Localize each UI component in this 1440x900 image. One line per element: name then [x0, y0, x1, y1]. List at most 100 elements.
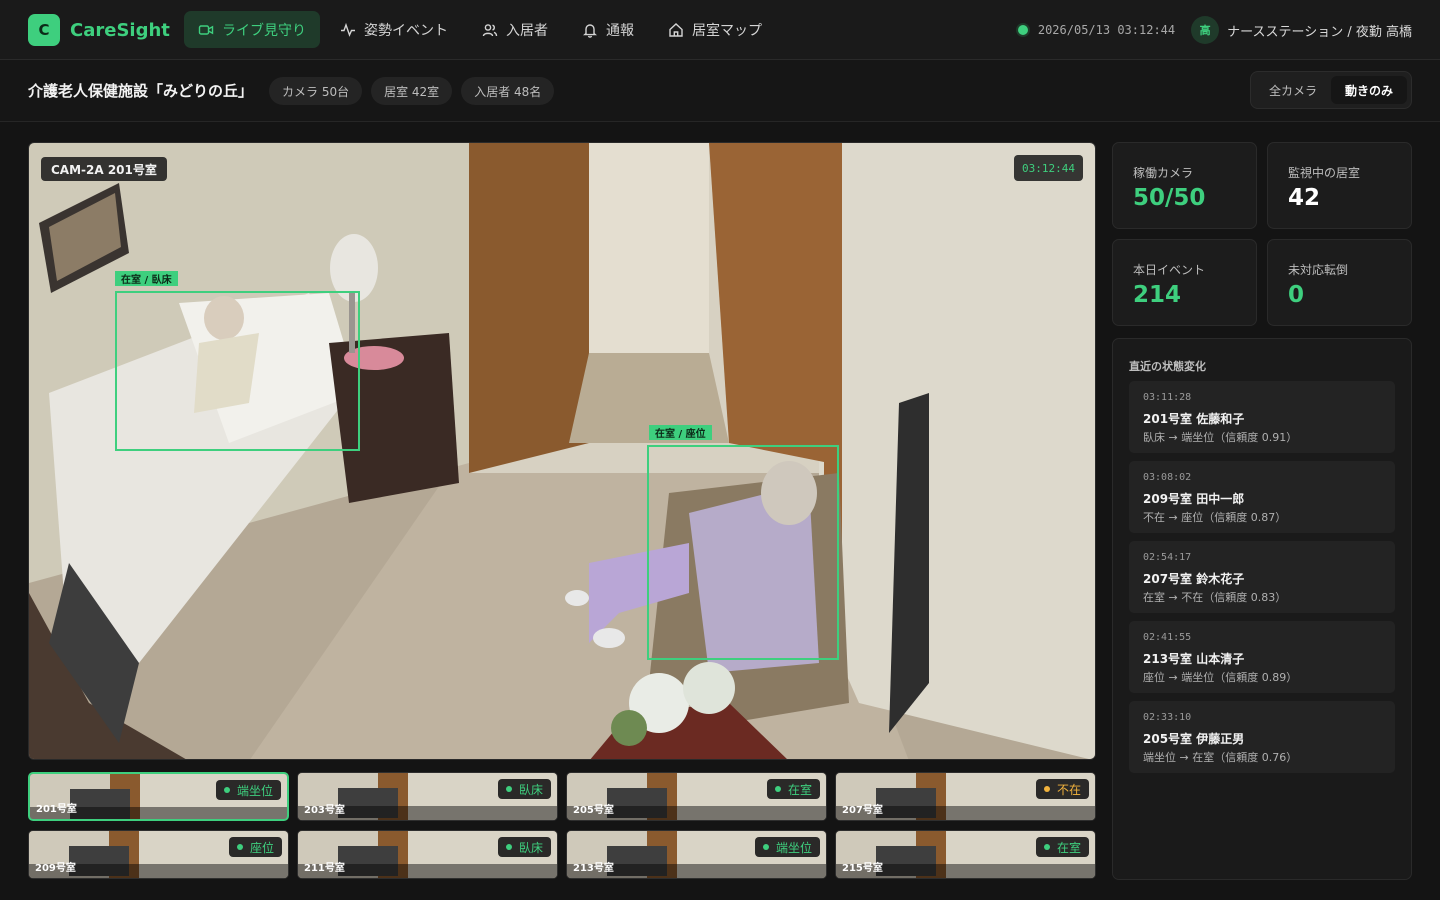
status-text: 座位 [249, 840, 274, 855]
chip-resident-count: 入居者 48名 [461, 77, 555, 105]
feed-item-title: 213号室 山本清子 [1143, 652, 1245, 666]
nav-item-room-map[interactable]: 居室マップ [654, 11, 776, 48]
status-text: 端坐位 [236, 783, 273, 798]
thumbnail-room: 209号室 [35, 863, 76, 874]
filter-all-cameras[interactable]: 全カメラ [1255, 76, 1331, 104]
feed-item-title: 201号室 佐藤和子 [1143, 412, 1245, 426]
nav-item-posture-events[interactable]: 姿勢イベント [326, 11, 462, 48]
status-dot [1043, 844, 1050, 850]
feed-item-title: 209号室 田中一郎 [1143, 492, 1245, 506]
thumbnail-room: 203号室 [304, 805, 345, 816]
activity-pulse-icon [341, 22, 355, 37]
nav-item-live[interactable]: ライブ見守り [184, 11, 320, 48]
video-camera-icon [198, 24, 214, 35]
status-dot [223, 787, 230, 793]
detection-label: 在室 / 臥床 [115, 271, 178, 286]
status-text: 臥床 [518, 782, 543, 797]
video-timestamp: 03:12:44 [1014, 155, 1083, 181]
status-text: 端坐位 [775, 840, 812, 855]
user-label[interactable]: ナースステーション / 夜勤 高橋 [1227, 21, 1412, 40]
stat-value: 0 [1288, 282, 1305, 308]
feed-item-desc: 在室 → 不在（信頼度 0.83） [1143, 591, 1287, 604]
feed-item-desc: 不在 → 座位（信頼度 0.87） [1143, 511, 1287, 524]
camera-thumbnail[interactable]: 209号室 座位 [28, 830, 289, 879]
status-badge: 端坐位 [215, 780, 281, 800]
chip-camera-count: カメラ 50台 [269, 77, 363, 105]
camera-thumbnail[interactable]: 207号室 不在 [835, 772, 1096, 821]
status-dot [505, 844, 512, 850]
camera-label: CAM-2A 201号室 [41, 157, 167, 181]
camera-thumbnail[interactable]: 203号室 臥床 [297, 772, 558, 821]
status-dot [774, 786, 781, 792]
nav-label: ライブ見守り [222, 22, 306, 39]
feed-item-time: 02:33:10 [1143, 712, 1192, 723]
feed-item[interactable]: 03:08:02 209号室 田中一郎不在 → 座位（信頼度 0.87） [1129, 461, 1395, 533]
top-bar: C CareSight ライブ見守り 姿勢イベント 入居者 通報 居室マップ 2… [0, 0, 1440, 60]
app-name: CareSight [70, 19, 170, 41]
current-datetime: 2026/05/13 03:12:44 [1037, 23, 1176, 37]
nav-label: 姿勢イベント [364, 22, 448, 39]
feed-item[interactable]: 02:33:10 205号室 伊藤正男端坐位 → 在室（信頼度 0.76） [1129, 701, 1395, 773]
thumbnail-room: 211号室 [304, 863, 345, 874]
thumbnail-room: 205号室 [573, 805, 614, 816]
feed-title: 直近の状態変化 [1129, 360, 1206, 373]
detection-box[interactable] [115, 291, 360, 451]
feed-item-desc: 臥床 → 端坐位（信頼度 0.91） [1143, 431, 1298, 444]
feed-item-time: 03:11:28 [1143, 392, 1192, 403]
status-text: 不在 [1056, 782, 1081, 797]
stat-unhandled-falls: 未対応転倒 0 [1267, 239, 1412, 326]
camera-thumbnail[interactable]: 205号室 在室 [566, 772, 827, 821]
detection-label: 在室 / 座位 [649, 425, 712, 440]
thumbnail-room: 215号室 [842, 863, 883, 874]
camera-thumbnail[interactable]: 213号室 端坐位 [566, 830, 827, 879]
detection-box[interactable] [647, 445, 839, 660]
main-camera-view[interactable]: CAM-2A 201号室 03:12:44 在室 / 臥床 在室 / 座位 [28, 142, 1096, 760]
bell-icon [583, 23, 597, 38]
stat-label: 監視中の居室 [1288, 166, 1361, 180]
feed-item-desc: 端坐位 → 在室（信頼度 0.76） [1143, 751, 1298, 764]
status-text: 臥床 [518, 840, 543, 855]
stat-value: 214 [1133, 282, 1182, 308]
feed-item[interactable]: 03:11:28 201号室 佐藤和子臥床 → 端坐位（信頼度 0.91） [1129, 381, 1395, 453]
feed-item-time: 02:54:17 [1143, 552, 1192, 563]
logo-mark: C [28, 14, 60, 46]
status-badge: 座位 [228, 837, 282, 857]
camera-thumbnail[interactable]: 201号室 端坐位 [28, 772, 289, 821]
status-badge: 不在 [1035, 779, 1089, 799]
camera-feed-image [29, 143, 1095, 759]
facility-chips: カメラ 50台 居室 42室 入居者 48名 [269, 77, 563, 105]
home-icon [669, 22, 683, 37]
stat-today-events: 本日イベント 214 [1112, 239, 1257, 326]
stat-monitored-rooms: 監視中の居室 42 [1267, 142, 1412, 229]
thumbnail-room: 207号室 [842, 805, 883, 816]
feed-item-title: 205号室 伊藤正男 [1143, 732, 1245, 746]
nav-label: 居室マップ [692, 22, 762, 39]
live-indicator [1017, 25, 1028, 35]
status-badge: 在室 [1035, 837, 1089, 857]
chip-room-count: 居室 42室 [371, 77, 453, 105]
nav-label: 入居者 [506, 22, 548, 39]
user-avatar[interactable]: 高 [1191, 16, 1220, 44]
camera-filter-toggle: 全カメラ 動きのみ [1249, 71, 1412, 109]
status-text: 在室 [1056, 840, 1081, 855]
recent-status-changes: 直近の状態変化 03:11:28 201号室 佐藤和子臥床 → 端坐位（信頼度 0… [1112, 338, 1412, 880]
filter-motion-only[interactable]: 動きのみ [1330, 76, 1407, 104]
status-badge: 臥床 [497, 779, 551, 799]
status-badge: 端坐位 [754, 837, 820, 857]
users-icon [482, 23, 498, 36]
app-logo[interactable]: C CareSight [28, 14, 170, 46]
stat-value: 42 [1288, 185, 1321, 211]
nav-item-alerts[interactable]: 通報 [568, 11, 648, 48]
camera-thumbnail[interactable]: 211号室 臥床 [297, 830, 558, 879]
stat-active-cameras: 稼働カメラ 50/50 [1112, 142, 1257, 229]
status-text: 在室 [787, 782, 812, 797]
nav-label: 通報 [606, 22, 634, 39]
feed-item-time: 03:08:02 [1143, 472, 1192, 483]
status-badge: 在室 [766, 779, 820, 799]
stat-label: 未対応転倒 [1288, 263, 1349, 277]
nav-item-residents[interactable]: 入居者 [468, 11, 562, 48]
feed-item[interactable]: 02:41:55 213号室 山本清子 座位 → 端坐位（信頼度 0.89） [1129, 621, 1395, 693]
header-status: 2026/05/13 03:12:44 高 ナースステーション / 夜勤 高橋 [1017, 14, 1412, 46]
camera-thumbnail[interactable]: 215号室 在室 [835, 830, 1096, 879]
feed-item[interactable]: 02:54:17 207号室 鈴木花子 在室 → 不在（信頼度 0.83） [1129, 541, 1395, 613]
